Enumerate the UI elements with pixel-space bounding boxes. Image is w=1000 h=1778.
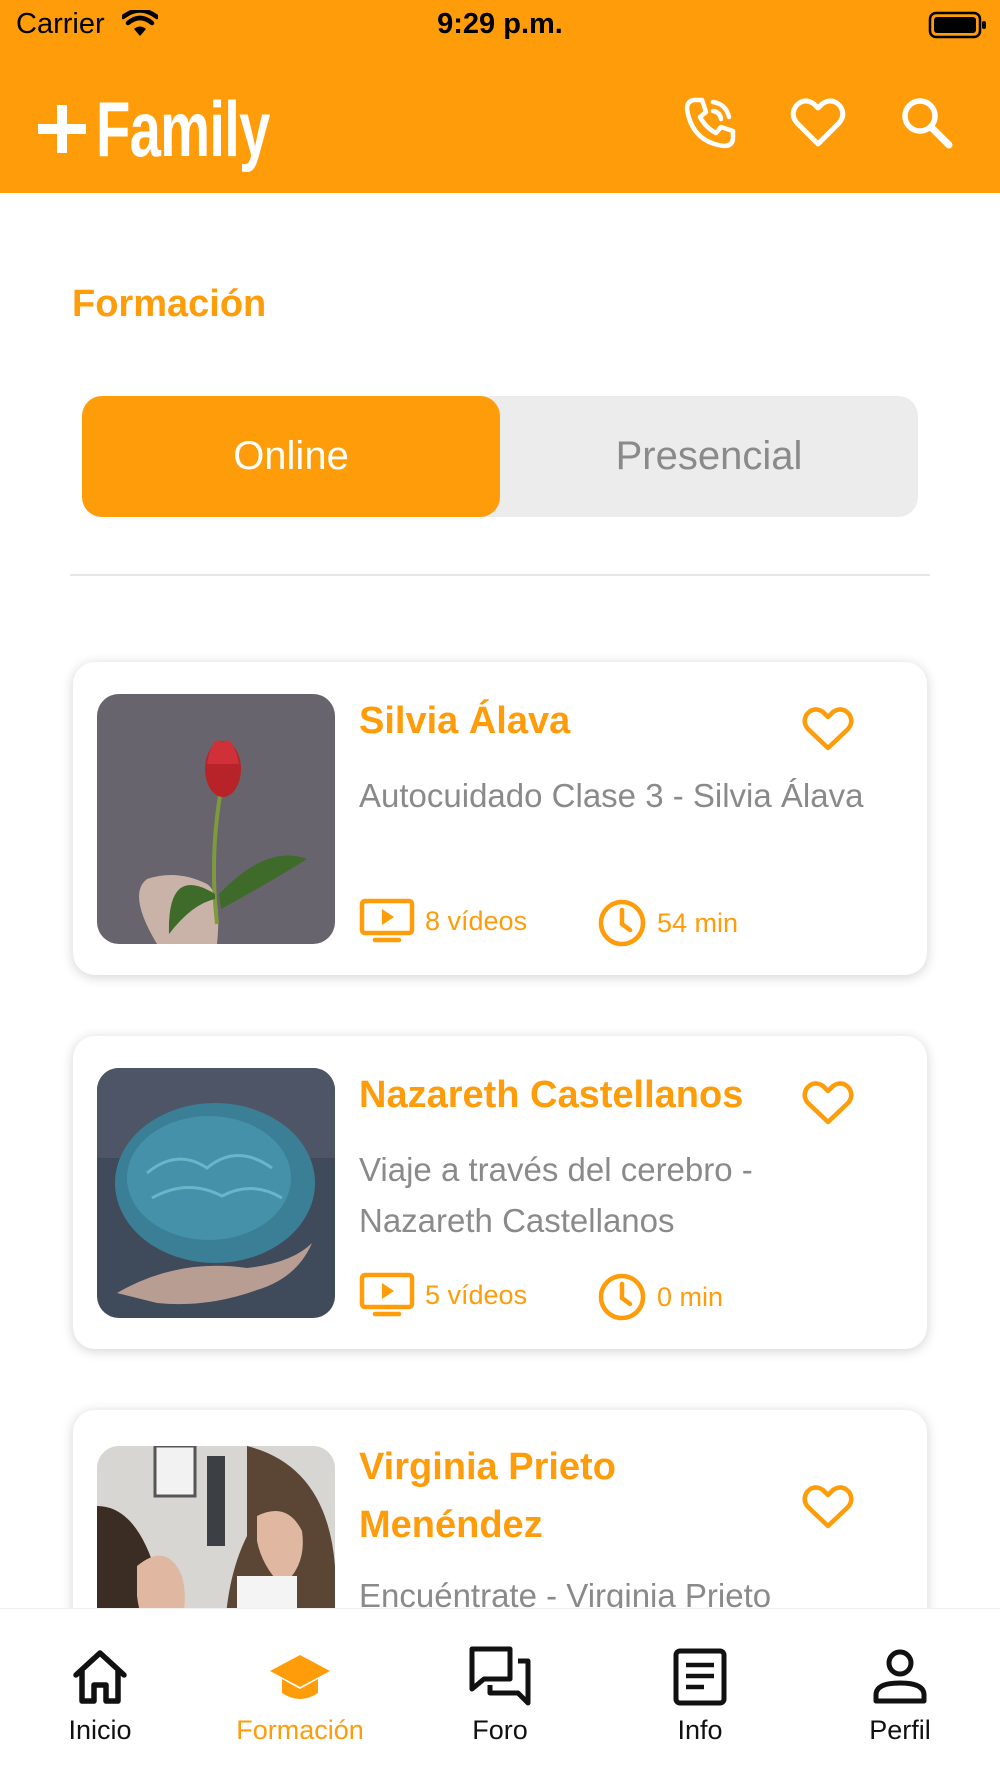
course-description: Viaje a través del cerebro - Nazareth Ca…	[359, 1151, 753, 1239]
tab-perfil[interactable]: Perfil	[800, 1609, 1000, 1778]
video-count: 5 vídeos	[359, 1272, 527, 1318]
video-count-label: 8 vídeos	[425, 905, 528, 936]
screen: Carrier 9:29 p.m. Family Formación Onlin…	[0, 0, 1000, 1778]
favorite-icon[interactable]	[799, 700, 857, 756]
course-description: Autocuidado Clase 3 - Silvia Álava	[359, 777, 864, 814]
duration: 0 min	[597, 1272, 723, 1322]
tab-label: Info	[677, 1715, 723, 1745]
favorite-icon[interactable]	[799, 1478, 857, 1534]
video-count: 8 vídeos	[359, 898, 527, 944]
person-icon	[873, 1649, 927, 1704]
duration-label: 0 min	[657, 1281, 724, 1312]
duration-label: 54 min	[657, 907, 739, 938]
favorite-icon[interactable]	[799, 1074, 857, 1130]
tab-formacion[interactable]: Formación	[200, 1609, 400, 1778]
plus-icon	[38, 103, 90, 155]
course-card[interactable]: Silvia Álava Autocuidado Clase 3 - Silvi…	[73, 662, 927, 975]
page-title: Formación	[72, 283, 267, 325]
logo-text: Family	[96, 84, 270, 173]
segmented-control: Online Presencial	[82, 396, 918, 517]
home-icon	[73, 1650, 127, 1704]
clock-icon	[598, 899, 646, 947]
divider	[70, 574, 930, 576]
tab-presencial[interactable]: Presencial	[500, 396, 918, 517]
video-count-label: 5 vídeos	[425, 1279, 528, 1310]
course-thumbnail	[97, 694, 335, 944]
tab-info[interactable]: Info	[600, 1609, 800, 1778]
video-icon	[359, 898, 415, 943]
brain-image	[97, 1068, 335, 1318]
bottom-tab-bar: Inicio Formación Foro Info Perfil	[0, 1608, 1000, 1778]
tab-label: Inicio	[68, 1715, 132, 1745]
tab-inicio[interactable]: Inicio	[0, 1609, 200, 1778]
search-icon[interactable]	[896, 92, 956, 152]
tab-online[interactable]: Online	[82, 396, 500, 517]
app-header: Carrier 9:29 p.m. Family	[0, 0, 1000, 193]
tab-label: Formación	[236, 1715, 364, 1745]
phone-icon[interactable]	[680, 92, 740, 152]
app-logo[interactable]: Family	[38, 84, 337, 174]
clock-icon	[598, 1273, 646, 1321]
tab-foro[interactable]: Foro	[400, 1609, 600, 1778]
status-time: 9:29 p.m.	[437, 8, 563, 40]
tab-label: Perfil	[869, 1715, 931, 1745]
course-name: Silvia Álava	[359, 700, 571, 742]
tab-label: Foro	[472, 1715, 528, 1745]
status-bar: Carrier 9:29 p.m.	[0, 0, 1000, 52]
video-icon	[359, 1272, 415, 1317]
course-name: Virginia Prieto Menéndez	[359, 1446, 616, 1546]
graduation-cap-icon	[270, 1655, 330, 1699]
tulip-image	[97, 694, 335, 944]
document-icon	[673, 1648, 727, 1706]
battery-icon	[928, 11, 986, 39]
course-name: Nazareth Castellanos	[359, 1074, 744, 1116]
course-thumbnail	[97, 1068, 335, 1318]
chat-icon	[469, 1646, 531, 1706]
course-card[interactable]: Nazareth Castellanos Viaje a través del …	[73, 1036, 927, 1349]
heart-icon[interactable]	[788, 92, 848, 152]
duration: 54 min	[597, 898, 738, 948]
